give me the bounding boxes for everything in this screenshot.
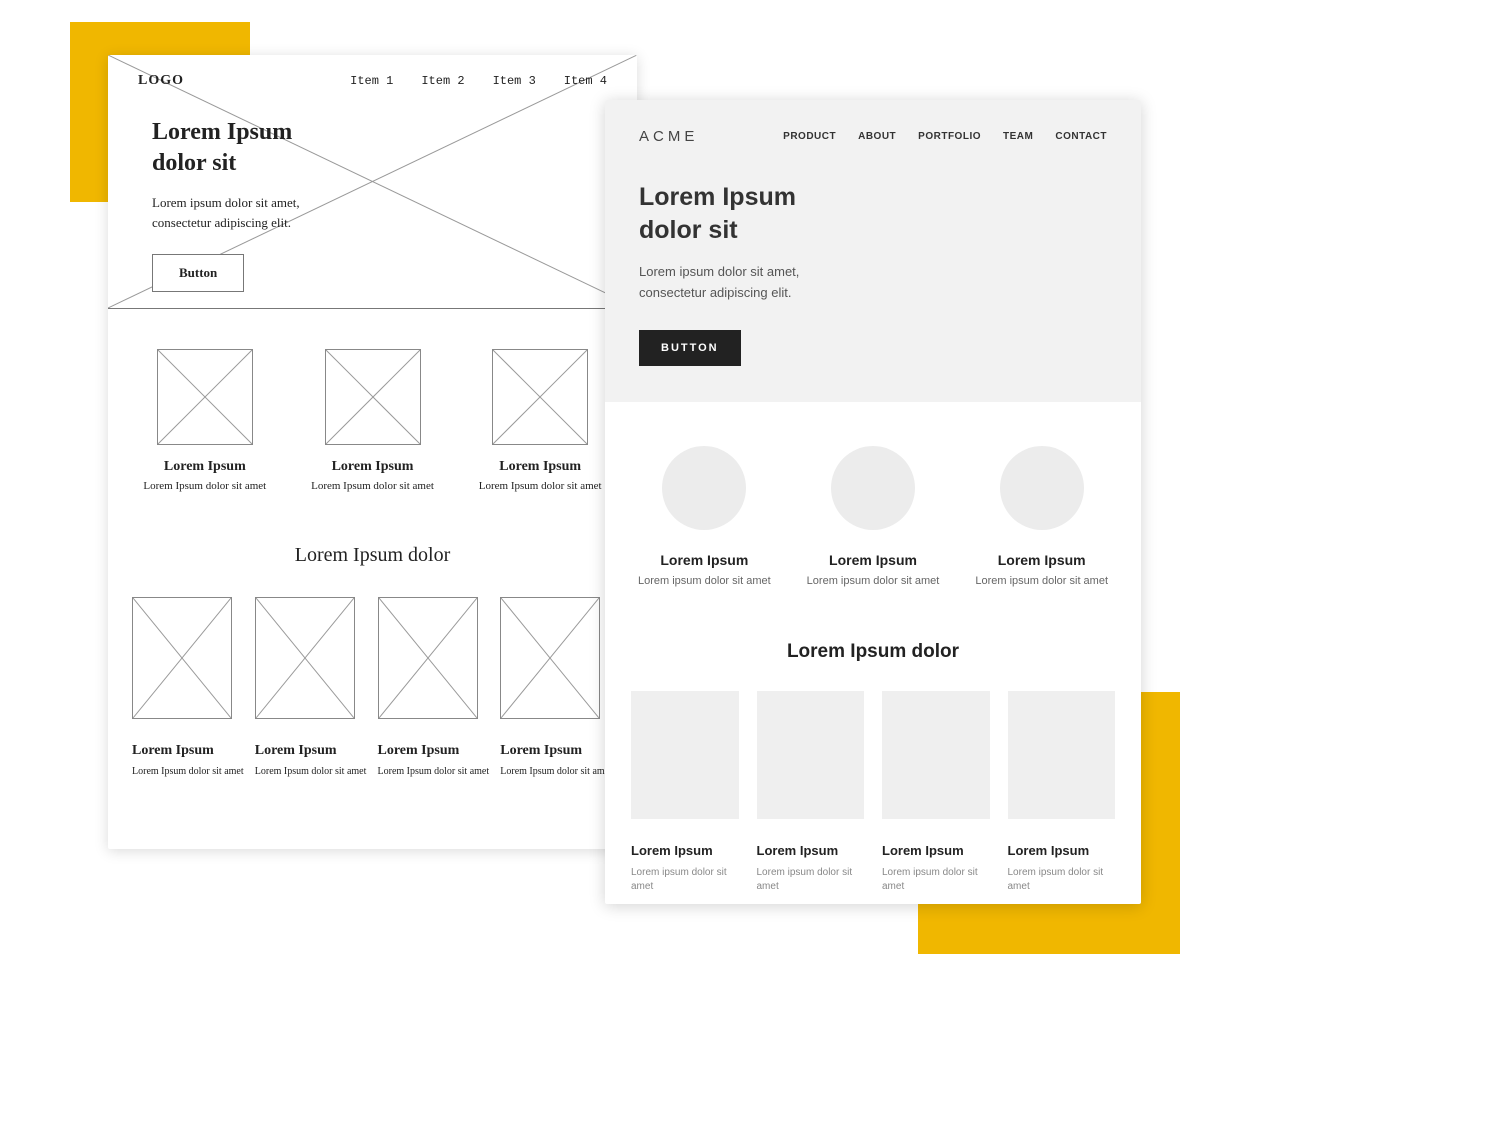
wire-gallery-title: Lorem Ipsum <box>255 743 368 759</box>
wire-feature-title: Lorem Ipsum <box>461 459 619 475</box>
wire-feature-card: Lorem Ipsum Lorem Ipsum dolor sit amet <box>294 349 452 494</box>
hifi-feature-sub: Lorem ipsum dolor sit amet <box>794 574 953 589</box>
image-placeholder-icon <box>757 691 865 819</box>
hifi-logo: ACME <box>639 128 698 145</box>
hifi-feature-card: Lorem Ipsum Lorem ipsum dolor sit amet <box>625 446 784 589</box>
hifi-nav-about[interactable]: ABOUT <box>858 131 896 142</box>
hifi-nav-contact[interactable]: CONTACT <box>1055 131 1107 142</box>
hifi-hero-button[interactable]: BUTTON <box>639 330 741 366</box>
hifi-gallery-card: Lorem Ipsum Lorem ipsum dolor sit amet <box>882 691 990 894</box>
hifi-hero-body: Lorem ipsum dolor sit amet, consectetur … <box>639 262 1107 304</box>
wire-hero: LOGO Item 1 Item 2 Item 3 Item 4 Lorem I… <box>108 55 637 309</box>
image-placeholder-icon <box>492 349 588 445</box>
hifi-feature-sub: Lorem ipsum dolor sit amet <box>962 574 1121 589</box>
wire-gallery-card: Lorem Ipsum Lorem Ipsum dolor sit amet <box>255 597 368 779</box>
image-placeholder-icon <box>1008 691 1116 819</box>
wire-gallery-card: Lorem Ipsum Lorem Ipsum dolor sit amet <box>378 597 491 779</box>
wire-hero-title: Lorem Ipsum dolor sit <box>152 117 300 179</box>
wire-hero-body: Lorem ipsum dolor sit amet, consectetur … <box>152 193 300 232</box>
hifi-gallery-title: Lorem Ipsum <box>631 843 739 858</box>
circle-placeholder-icon <box>1000 446 1084 530</box>
wire-nav-item-3[interactable]: Item 3 <box>493 74 536 88</box>
hifi-feature-title: Lorem Ipsum <box>794 552 953 568</box>
circle-placeholder-icon <box>662 446 746 530</box>
hifi-section-title: Lorem Ipsum dolor <box>605 641 1141 663</box>
hifi-feature-card: Lorem Ipsum Lorem ipsum dolor sit amet <box>794 446 953 589</box>
wire-gallery-sub: Lorem Ipsum dolor sit amet <box>132 765 245 779</box>
image-placeholder-icon <box>882 691 990 819</box>
hifi-gallery-sub: Lorem ipsum dolor sit amet <box>757 866 865 894</box>
image-placeholder-icon <box>631 691 739 819</box>
hifi-gallery-title: Lorem Ipsum <box>757 843 865 858</box>
image-placeholder-icon <box>500 597 600 719</box>
wire-gallery-sub: Lorem Ipsum dolor sit amet <box>500 765 613 779</box>
wire-hero-button[interactable]: Button <box>152 254 244 292</box>
image-placeholder-icon <box>378 597 478 719</box>
wire-feature-card: Lorem Ipsum Lorem Ipsum dolor sit amet <box>126 349 284 494</box>
wire-feature-sub: Lorem Ipsum dolor sit amet <box>461 479 619 494</box>
wire-nav-item-4[interactable]: Item 4 <box>564 74 607 88</box>
hifi-gallery-sub: Lorem ipsum dolor sit amet <box>882 866 990 894</box>
wire-gallery-card: Lorem Ipsum Lorem Ipsum dolor sit amet <box>500 597 613 779</box>
hifi-gallery-card: Lorem Ipsum Lorem ipsum dolor sit amet <box>757 691 865 894</box>
wire-features-row: Lorem Ipsum Lorem Ipsum dolor sit amet L… <box>108 349 637 494</box>
wire-feature-title: Lorem Ipsum <box>126 459 284 475</box>
wire-feature-card: Lorem Ipsum Lorem Ipsum dolor sit amet <box>461 349 619 494</box>
hifi-feature-card: Lorem Ipsum Lorem ipsum dolor sit amet <box>962 446 1121 589</box>
hifi-feature-sub: Lorem ipsum dolor sit amet <box>625 574 784 589</box>
hifi-gallery-card: Lorem Ipsum Lorem ipsum dolor sit amet <box>631 691 739 894</box>
wire-gallery-title: Lorem Ipsum <box>132 743 245 759</box>
hifi-feature-title: Lorem Ipsum <box>962 552 1121 568</box>
hifi-gallery-title: Lorem Ipsum <box>882 843 990 858</box>
hifi-gallery-title: Lorem Ipsum <box>1008 843 1116 858</box>
wire-gallery-sub: Lorem Ipsum dolor sit amet <box>255 765 368 779</box>
hifi-hero: ACME PRODUCT ABOUT PORTFOLIO TEAM CONTAC… <box>605 100 1141 402</box>
wire-section-title: Lorem Ipsum dolor <box>108 544 637 567</box>
hifi-hero-title: Lorem Ipsum dolor sit <box>639 181 1107 246</box>
wire-gallery-sub: Lorem Ipsum dolor sit amet <box>378 765 491 779</box>
hifi-nav-portfolio[interactable]: PORTFOLIO <box>918 131 981 142</box>
image-placeholder-icon <box>255 597 355 719</box>
image-placeholder-icon <box>132 597 232 719</box>
hifi-features-row: Lorem Ipsum Lorem ipsum dolor sit amet L… <box>605 402 1141 589</box>
hifi-gallery-row: Lorem Ipsum Lorem ipsum dolor sit amet L… <box>605 663 1141 894</box>
hifi-gallery-sub: Lorem ipsum dolor sit amet <box>631 866 739 894</box>
wire-gallery-title: Lorem Ipsum <box>500 743 613 759</box>
wire-feature-title: Lorem Ipsum <box>294 459 452 475</box>
wire-logo: LOGO <box>138 73 184 89</box>
wire-gallery-row: Lorem Ipsum Lorem Ipsum dolor sit amet L… <box>108 597 637 779</box>
image-placeholder-icon <box>325 349 421 445</box>
hifi-nav-product[interactable]: PRODUCT <box>783 131 836 142</box>
image-placeholder-icon <box>157 349 253 445</box>
circle-placeholder-icon <box>831 446 915 530</box>
wire-nav-item-2[interactable]: Item 2 <box>421 74 464 88</box>
wire-nav-item-1[interactable]: Item 1 <box>350 74 393 88</box>
wire-feature-sub: Lorem Ipsum dolor sit amet <box>126 479 284 494</box>
wireframe-panel: LOGO Item 1 Item 2 Item 3 Item 4 Lorem I… <box>108 55 637 849</box>
hifi-feature-title: Lorem Ipsum <box>625 552 784 568</box>
wire-gallery-card: Lorem Ipsum Lorem Ipsum dolor sit amet <box>132 597 245 779</box>
wire-feature-sub: Lorem Ipsum dolor sit amet <box>294 479 452 494</box>
wire-gallery-title: Lorem Ipsum <box>378 743 491 759</box>
hifi-gallery-card: Lorem Ipsum Lorem ipsum dolor sit amet <box>1008 691 1116 894</box>
hifi-nav-team[interactable]: TEAM <box>1003 131 1033 142</box>
hifi-panel: ACME PRODUCT ABOUT PORTFOLIO TEAM CONTAC… <box>605 100 1141 904</box>
hifi-gallery-sub: Lorem ipsum dolor sit amet <box>1008 866 1116 894</box>
